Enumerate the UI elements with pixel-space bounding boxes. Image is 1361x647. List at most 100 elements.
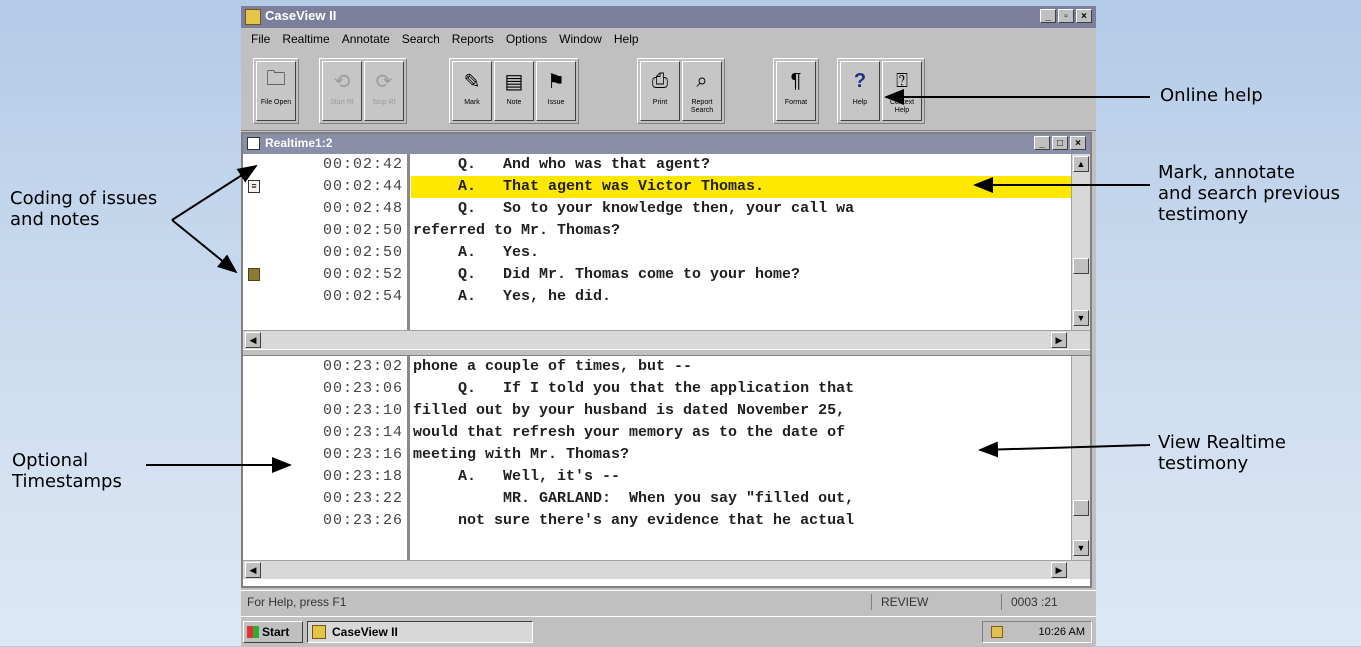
transcript-line[interactable]: 00:02:50 A. Yes. [243,242,1071,264]
top-horizontal-scrollbar[interactable]: ◀ ▶ [243,330,1090,349]
taskbar-item-caseview[interactable]: CaseView II [307,621,533,643]
transcript-line[interactable]: 00:23:02 phone a couple of times, but -- [243,356,1071,378]
doc-close-button[interactable]: × [1070,136,1086,150]
menu-window[interactable]: Window [553,32,608,46]
menu-annotate[interactable]: Annotate [336,32,396,46]
format-button[interactable]: ¶ Format [776,61,816,121]
timestamp: 00:02:52 [322,266,403,283]
timestamp: 00:02:44 [322,178,403,195]
close-button[interactable]: × [1076,9,1092,23]
scroll-thumb[interactable] [1073,500,1089,516]
realtime-start-button[interactable]: ⟲ Start Rt [322,61,362,121]
app-icon [312,625,326,639]
system-tray: 10:26 AM [982,621,1092,643]
bottom-vertical-scrollbar[interactable]: ▼ [1071,356,1090,560]
toolbar-button-label: Note [506,99,522,106]
report-search-button[interactable]: ⌕ Report Search [682,61,722,121]
testimony-text: A. Yes. [413,244,540,261]
issue-button[interactable]: ⚑ Issue [536,61,576,121]
testimony-text: A. Well, it's -- [413,468,621,485]
testimony-text: phone a couple of times, but -- [413,358,693,375]
minimize-button[interactable]: _ [1040,9,1056,23]
callout-view-realtime: View Realtime testimony [1158,432,1286,474]
callout-line: testimony [1158,453,1249,474]
doc-maximize-button[interactable]: □ [1052,136,1068,150]
callout-coding: Coding of issues and notes [10,188,157,230]
toolbar-group: ⟲ Start Rt ⟳ Stop Rt [319,58,407,124]
mark-button[interactable]: ✎ Mark [452,61,492,121]
toolbar-button-label: Format [784,99,808,106]
document-icon [247,137,260,150]
testimony-text: Q. And who was that agent? [413,156,711,173]
scroll-left-arrow-icon[interactable]: ◀ [245,562,261,578]
start-button[interactable]: Start [243,621,303,643]
toolbar-group: ¶ Format [773,58,819,124]
taskbar: Start CaseView II 10:26 AM [241,616,1096,647]
transcript-line[interactable]: ≡ 00:02:44 A. That agent was Victor Thoma… [243,176,1071,198]
timestamp: 00:02:54 [322,288,403,305]
realtime-testimony-pane[interactable]: 00:23:02 phone a couple of times, but -- 0… [243,356,1071,560]
previous-testimony-pane[interactable]: 00:02:42 Q. And who was that agent? ≡ 00:0… [243,154,1071,330]
realtime-stop-button[interactable]: ⟳ Stop Rt [364,61,404,121]
toolbar-button-label: Start Rt [330,99,354,106]
timestamp: 00:23:26 [322,512,403,529]
scroll-down-arrow-icon[interactable]: ▼ [1073,540,1089,556]
pane-splitter[interactable] [243,349,1090,356]
toolbar-group: 🗀 File Open [253,58,299,124]
scroll-right-arrow-icon[interactable]: ▶ [1051,332,1067,348]
menu-options[interactable]: Options [500,32,553,46]
timestamp: 00:02:50 [322,244,403,261]
transcript-line[interactable]: 00:02:54 A. Yes, he did. [243,286,1071,308]
taskbar-item-label: CaseView II [332,625,398,639]
tray-icon[interactable] [991,626,1003,638]
menu-realtime[interactable]: Realtime [276,32,335,46]
doc-minimize-button[interactable]: _ [1034,136,1050,150]
bottom-horizontal-scrollbar[interactable]: ◀ ▶ [243,560,1090,579]
scroll-left-arrow-icon[interactable]: ◀ [245,332,261,348]
transcript-line[interactable]: 00:23:18 A. Well, it's -- [243,466,1071,488]
document-title: Realtime1:2 [265,136,333,150]
menu-file[interactable]: File [245,32,276,46]
toolbar-button-label: Print [652,99,668,106]
menu-reports[interactable]: Reports [446,32,500,46]
transcript-line[interactable]: 00:23:10 filled out by your husband is da… [243,400,1071,422]
scroll-down-arrow-icon[interactable]: ▼ [1073,310,1089,326]
timestamp: 00:23:22 [322,490,403,507]
top-vertical-scrollbar[interactable]: ▲ ▼ [1071,154,1090,330]
timestamp: 00:02:42 [322,156,403,173]
menu-help[interactable]: Help [608,32,645,46]
toolbar-button-label: Report Search [690,99,714,114]
scroll-up-arrow-icon[interactable]: ▲ [1073,156,1089,172]
transcript-line[interactable]: 00:23:22 MR. GARLAND: When you say "fill… [243,488,1071,510]
callout-online-help: Online help [1160,85,1263,106]
mark-icon: ✎ [463,70,481,93]
timestamp: 00:02:48 [322,200,403,217]
transcript-line[interactable]: 00:02:42 Q. And who was that agent? [243,154,1071,176]
callout-timestamps: Optional Timestamps [12,450,122,492]
transcript-line[interactable]: 00:02:50 referred to Mr. Thomas? [243,220,1071,242]
realtime-document-window: Realtime1:2 _ □ × 00:02:42 Q. And who wa… [241,132,1092,588]
transcript-line[interactable]: 00:23:14 would that refresh your memory a… [243,422,1071,444]
transcript-line[interactable]: 00:02:48 Q. So to your knowledge then, y… [243,198,1071,220]
menu-search[interactable]: Search [396,32,446,46]
maximize-button[interactable]: ▫ [1058,9,1074,23]
callout-mark-annotate: Mark, annotate and search previous testi… [1158,162,1340,225]
scroll-thumb[interactable] [1073,258,1089,274]
callout-line: Optional [12,450,89,471]
report-search-icon: ⌕ [696,69,708,92]
transcript-line[interactable]: 00:23:16 meeting with Mr. Thomas? [243,444,1071,466]
transcript-line[interactable]: 00:23:06 Q. If I told you that the appli… [243,378,1071,400]
toolbar-button-label: Stop Rt [372,99,396,106]
print-button[interactable]: ⎙ Print [640,61,680,121]
scroll-right-arrow-icon[interactable]: ▶ [1051,562,1067,578]
transcript-line[interactable]: 00:23:26 not sure there's any evidence t… [243,510,1071,532]
document-title-bar: Realtime1:2 _ □ × [243,134,1090,154]
transcript-line[interactable]: 00:02:52 Q. Did Mr. Thomas come to your … [243,264,1071,286]
help-button[interactable]: ? Help [840,61,880,121]
folder-open-icon: 🗀 [266,68,286,90]
context-help-button[interactable]: ⍰ Context Help [882,61,922,121]
toolbar-button-label: File Open [260,99,292,106]
folder-open-button[interactable]: 🗀 File Open [256,61,296,121]
note-button[interactable]: ▤ Note [494,61,534,121]
toolbar-group: ✎ Mark ▤ Note ⚑ Issue [449,58,579,124]
